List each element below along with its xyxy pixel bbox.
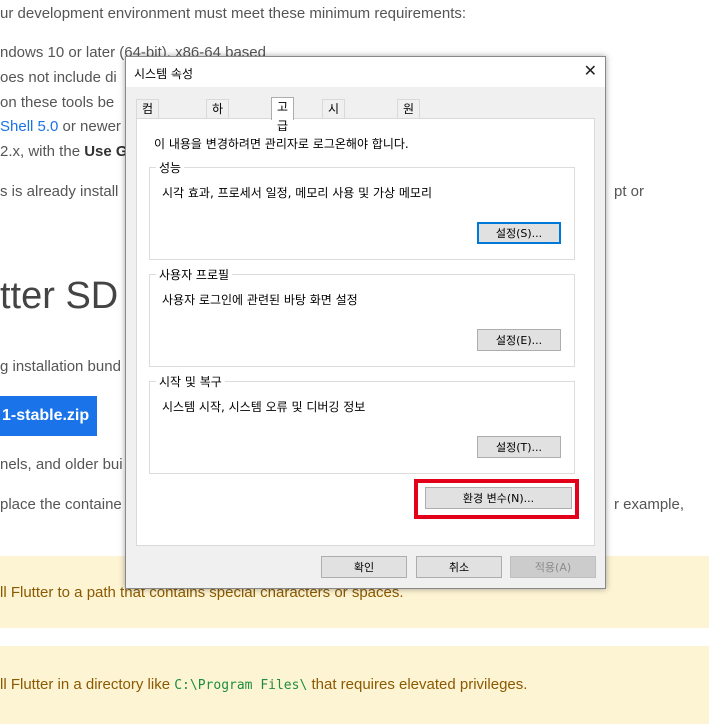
place-text: place the containe <box>0 496 122 513</box>
section-heading: tter SD <box>0 275 119 317</box>
note2-post: that requires elevated privileges. <box>307 676 528 693</box>
requirement-disk: oes not include di <box>0 69 117 86</box>
startup-recovery-label: 시작 및 복구 <box>156 373 225 390</box>
requirement-tools: on these tools be <box>0 94 115 111</box>
note2-code: C:\Program Files\ <box>174 678 308 693</box>
close-icon[interactable]: ✕ <box>584 61 597 80</box>
dialog-title: 시스템 속성 <box>134 67 194 81</box>
startup-recovery-settings-button[interactable]: 설정(T)... <box>477 436 561 458</box>
requirement-powershell: Shell 5.0 or newer <box>0 118 121 135</box>
performance-group: 성능 시각 효과, 프로세서 일정, 메모리 사용 및 가상 메모리 설정(S)… <box>149 159 575 260</box>
tab-computer-name[interactable]: 컴퓨터 이름 <box>136 99 160 192</box>
git-text: 2.x, with the <box>0 143 85 160</box>
place-text-right: r example, <box>614 496 685 513</box>
startup-recovery-desc: 시스템 시작, 시스템 오류 및 디버깅 정보 <box>162 400 366 414</box>
powershell-text: or newer <box>58 118 121 135</box>
user-profile-label: 사용자 프로필 <box>156 266 233 283</box>
user-profile-desc: 사용자 로그인에 관련된 바탕 화면 설정 <box>162 293 358 307</box>
tab-system-protection[interactable]: 시스템 보호 <box>322 99 346 192</box>
git-bold: Use G <box>84 143 128 160</box>
env-button-highlight-box <box>414 479 579 519</box>
bundle-text: g installation bund <box>0 358 121 375</box>
dialog-titlebar[interactable]: 시스템 속성 ✕ <box>126 57 605 87</box>
note2-pre: ll Flutter in a directory like <box>0 676 175 693</box>
performance-settings-button[interactable]: 설정(S)... <box>477 222 561 244</box>
startup-recovery-group: 시작 및 복구 시스템 시작, 시스템 오류 및 디버깅 정보 설정(T)... <box>149 373 575 474</box>
already-installed-right: pt or <box>614 183 645 200</box>
apply-button[interactable]: 적용(A) <box>510 556 596 578</box>
cancel-button[interactable]: 취소 <box>416 556 502 578</box>
warning-note-2-text: ll Flutter in a directory like C:\Progra… <box>0 676 527 693</box>
powershell-link[interactable]: Shell 5.0 <box>0 118 58 135</box>
warning-note-2: ll Flutter in a directory like C:\Progra… <box>0 646 709 724</box>
tab-advanced[interactable]: 고급 <box>271 97 295 133</box>
channels-text: nels, and older bui <box>0 456 123 473</box>
requirement-git: 2.x, with the Use G <box>0 143 128 160</box>
ok-button[interactable]: 확인 <box>321 556 407 578</box>
tab-remote[interactable]: 원격 <box>397 99 421 135</box>
already-installed-text: s is already install <box>0 183 119 200</box>
download-zip-button[interactable]: 1-stable.zip <box>0 396 97 436</box>
user-profile-settings-button[interactable]: 설정(E)... <box>477 329 561 351</box>
requirements-intro: ur development environment must meet the… <box>0 5 467 22</box>
user-profile-group: 사용자 프로필 사용자 로그인에 관련된 바탕 화면 설정 설정(E)... <box>149 266 575 367</box>
admin-notice: 이 내용을 변경하려면 관리자로 로그온해야 합니다. <box>154 137 409 151</box>
tab-hardware[interactable]: 하드웨어 <box>206 99 230 173</box>
performance-label: 성능 <box>156 159 185 176</box>
performance-desc: 시각 효과, 프로세서 일정, 메모리 사용 및 가상 메모리 <box>162 186 432 200</box>
